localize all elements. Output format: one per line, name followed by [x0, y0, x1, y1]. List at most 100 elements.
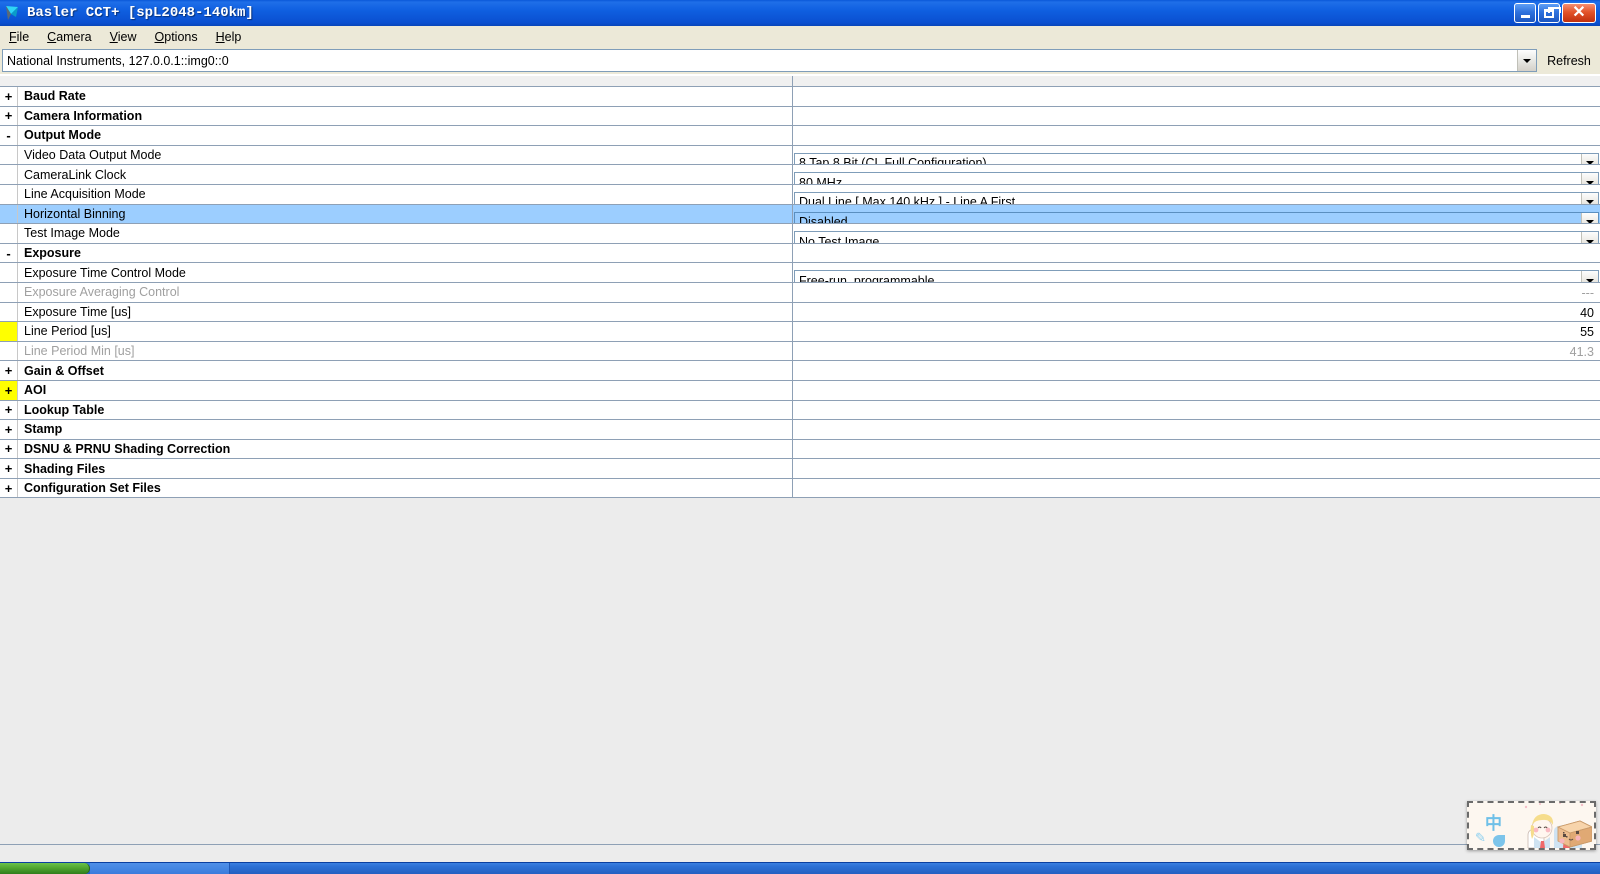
menu-camera[interactable]: Camera [38, 28, 100, 46]
ime-floating-toolbar[interactable]: 中 ✎ [1467, 801, 1596, 850]
grid-row[interactable]: + Gain & Offset [0, 361, 1600, 381]
grid-row-name-cell[interactable]: Test Image Mode [0, 224, 793, 243]
grid-row[interactable]: - Exposure [0, 243, 1600, 264]
grid-row[interactable]: + Baud Rate [0, 87, 1600, 107]
grid-row[interactable]: CameraLink Clock 80 MHz [0, 165, 1600, 185]
menu-view[interactable]: View [101, 28, 146, 46]
value-combobox[interactable]: Dual Line [ Max 140 kHz ] - Line A First [794, 191, 1599, 204]
interface-combobox[interactable]: National Instruments, 127.0.0.1::img0::0 [2, 49, 1537, 72]
grid-row[interactable]: Exposure Time Control Mode Free-run, prog… [0, 263, 1600, 283]
grid-row[interactable]: Horizontal Binning Disabled [0, 204, 1600, 225]
grid-row[interactable]: + Camera Information [0, 106, 1600, 127]
grid-row-name-cell[interactable]: + Camera Information [0, 106, 793, 126]
title-bar[interactable]: Basler CCT+ [spL2048-140km] ✕ [0, 0, 1600, 26]
grid-row-name-cell[interactable]: - Output Mode [0, 126, 793, 145]
grid-row[interactable]: Exposure Averaging Control --- [0, 282, 1600, 303]
value-combobox[interactable]: Disabled [794, 211, 1599, 224]
menu-help[interactable]: Help [207, 28, 251, 46]
grid-row-name-cell[interactable]: Exposure Time Control Mode [0, 263, 793, 282]
value-combobox[interactable]: Free-run, programmable [794, 270, 1599, 282]
quick-launch-area[interactable] [90, 863, 230, 874]
grid-row[interactable]: Line Period Min [us] 41.3 [0, 341, 1600, 362]
grid-row-name-cell[interactable]: Horizontal Binning [0, 204, 793, 224]
grid-row-name-cell[interactable]: Line Period Min [us] [0, 341, 793, 361]
chevron-down-icon[interactable] [1517, 50, 1536, 71]
grid-row-name-cell[interactable]: + AOI [0, 380, 793, 400]
menu-file[interactable]: File [0, 28, 38, 46]
grid-row-name-cell[interactable]: Exposure Averaging Control [0, 282, 793, 302]
chevron-down-icon[interactable] [1581, 212, 1598, 224]
grid-row[interactable]: + DSNU & PRNU Shading Correction [0, 439, 1600, 460]
grid-row-value-cell[interactable]: 8 Tap 8 Bit (CL Full Configuration) [793, 146, 1600, 165]
grid-row-value-cell[interactable]: 41.3 [793, 342, 1600, 361]
grid-row-value-cell[interactable]: Dual Line [ Max 140 kHz ] - Line A First [793, 185, 1600, 204]
menu-file-accel: F [9, 29, 17, 44]
value-combobox[interactable]: No Test Image [794, 231, 1599, 243]
expand-icon[interactable]: + [0, 459, 18, 478]
value-number[interactable]: 40 [1580, 306, 1600, 320]
expand-icon[interactable]: + [0, 361, 18, 380]
value-combobox[interactable]: 80 MHz [794, 172, 1599, 184]
expand-icon[interactable]: + [0, 420, 18, 439]
grid-row-value-cell[interactable]: 80 MHz [793, 165, 1600, 184]
grid-row[interactable]: Line Acquisition Mode Dual Line [ Max 140… [0, 184, 1600, 205]
minimize-button[interactable] [1514, 3, 1536, 23]
grid-row-name-cell[interactable]: + Lookup Table [0, 400, 793, 420]
grid-row[interactable]: - Output Mode [0, 126, 1600, 146]
taskbar-buttons-area[interactable] [230, 863, 1600, 874]
grid-row-value-cell[interactable]: Disabled [793, 205, 1600, 224]
start-button[interactable] [0, 863, 90, 874]
grid-row-label: Video Data Output Mode [24, 148, 162, 163]
grid-row-value-cell[interactable]: Free-run, programmable [793, 263, 1600, 282]
chevron-down-icon[interactable] [1581, 271, 1598, 282]
expand-icon[interactable]: + [0, 439, 18, 459]
value-combobox[interactable]: 8 Tap 8 Bit (CL Full Configuration) [794, 152, 1599, 165]
chevron-down-icon[interactable] [1581, 192, 1598, 204]
grid-row-name-cell[interactable]: + Gain & Offset [0, 361, 793, 380]
ime-skin-character [1524, 803, 1592, 848]
grid-row-name-cell[interactable]: + Configuration Set Files [0, 478, 793, 498]
grid-row[interactable]: + AOI [0, 380, 1600, 401]
grid-row-name-cell[interactable]: CameraLink Clock [0, 165, 793, 184]
grid-row-name-cell[interactable]: Line Acquisition Mode [0, 184, 793, 204]
chevron-down-icon[interactable] [1581, 232, 1598, 243]
grid-row[interactable]: + Shading Files [0, 459, 1600, 479]
refresh-button[interactable]: Refresh [1540, 49, 1598, 73]
grid-row[interactable]: + Stamp [0, 420, 1600, 440]
grid-row[interactable]: Video Data Output Mode 8 Tap 8 Bit (CL Fu… [0, 145, 1600, 166]
grid-row-value-cell[interactable]: No Test Image [793, 224, 1600, 243]
grid-row-name-cell[interactable]: + Shading Files [0, 459, 793, 478]
expand-icon[interactable]: + [0, 380, 18, 400]
grid-row-name-cell[interactable]: + Baud Rate [0, 87, 793, 106]
value-combobox-text: 80 MHz [799, 175, 843, 184]
grid-row-name-cell[interactable]: Line Period [us] [0, 322, 793, 341]
expand-icon[interactable]: + [0, 106, 18, 126]
restore-button[interactable] [1538, 3, 1561, 23]
grid-row[interactable]: + Lookup Table [0, 400, 1600, 421]
chevron-down-icon[interactable] [1581, 153, 1598, 165]
chevron-down-icon[interactable] [1581, 173, 1598, 184]
grid-row-value-cell[interactable]: 55 [793, 322, 1600, 341]
grid-row[interactable]: Line Period [us] 55 [0, 322, 1600, 342]
shape-icon[interactable] [1493, 835, 1505, 847]
grid-row[interactable]: Test Image Mode No Test Image [0, 224, 1600, 244]
grid-row-name-cell[interactable]: Video Data Output Mode [0, 145, 793, 165]
grid-row-value-cell[interactable]: 40 [793, 303, 1600, 322]
value-number[interactable]: 55 [1580, 325, 1600, 339]
grid-row[interactable]: + Configuration Set Files [0, 478, 1600, 499]
pen-icon[interactable]: ✎ [1475, 830, 1486, 846]
grid-row[interactable]: Exposure Time [us] 40 [0, 302, 1600, 323]
collapse-icon[interactable]: - [0, 126, 18, 145]
menu-options[interactable]: Options [146, 28, 207, 46]
grid-row-name-cell[interactable]: - Exposure [0, 243, 793, 263]
expand-icon[interactable]: + [0, 478, 18, 498]
close-button[interactable]: ✕ [1562, 3, 1596, 23]
collapse-icon[interactable]: - [0, 243, 18, 263]
expand-icon[interactable]: + [0, 400, 18, 420]
grid-row-name-cell[interactable]: + DSNU & PRNU Shading Correction [0, 439, 793, 459]
grid-row-name-cell[interactable]: Exposure Time [us] [0, 302, 793, 322]
expand-icon[interactable]: + [0, 87, 18, 106]
grid-row-name-cell[interactable]: + Stamp [0, 420, 793, 439]
grid-row-value-cell[interactable]: --- [793, 283, 1600, 302]
ime-mode-label[interactable]: 中 [1485, 809, 1502, 834]
